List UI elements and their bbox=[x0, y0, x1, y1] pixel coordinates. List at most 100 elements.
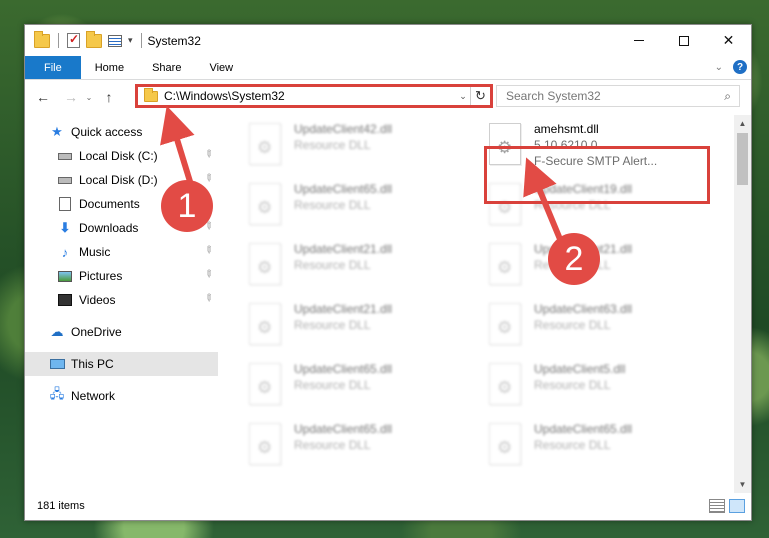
view-buttons bbox=[709, 499, 745, 513]
navigation-bar: ← → ⌄ ↑ C:\Windows\System32 ⌄ ↻ Search S… bbox=[25, 82, 751, 112]
sidebar-item-label: Local Disk (C:) bbox=[79, 149, 158, 163]
sidebar-item-local-disk-c[interactable]: Local Disk (C:) ✎ bbox=[25, 144, 218, 168]
sidebar-item-onedrive[interactable]: ☁ OneDrive bbox=[25, 320, 218, 344]
maximize-button[interactable] bbox=[661, 25, 706, 56]
tab-view[interactable]: View bbox=[195, 56, 247, 79]
sidebar-item-this-pc[interactable]: This PC bbox=[25, 352, 218, 376]
sidebar-item-quick-access[interactable]: ★ Quick access bbox=[25, 120, 218, 144]
dll-file-icon bbox=[249, 303, 281, 345]
sidebar-item-label: OneDrive bbox=[71, 325, 122, 339]
file-name: UpdateClient5.dll bbox=[534, 362, 626, 376]
file-description: Resource DLL bbox=[294, 378, 371, 392]
search-placeholder: Search System32 bbox=[506, 89, 601, 103]
file-description: Resource DLL bbox=[534, 438, 611, 452]
file-item[interactable]: UpdateClient5.dll Resource DLL bbox=[461, 355, 687, 415]
address-path[interactable]: C:\Windows\System32 bbox=[164, 89, 456, 103]
file-item[interactable]: UpdateClient63.dll Resource DLL bbox=[461, 295, 687, 355]
folder-icon bbox=[34, 30, 50, 48]
sidebar-item-videos[interactable]: Videos ✎ bbox=[25, 288, 218, 312]
quick-access-toolbar: ▾ bbox=[25, 30, 144, 48]
folder-icon bbox=[144, 87, 158, 102]
file-description: Resource DLL bbox=[534, 318, 611, 332]
file-item[interactable]: UpdateClient65.dll Resource DLL bbox=[221, 415, 447, 475]
documents-icon bbox=[57, 197, 73, 211]
customize-view-icon[interactable] bbox=[108, 34, 122, 47]
sidebar-item-label: Videos bbox=[79, 293, 116, 307]
up-arrow-icon[interactable]: ↑ bbox=[99, 89, 119, 105]
dll-file-icon bbox=[489, 363, 521, 405]
sidebar-item-label: This PC bbox=[71, 357, 114, 371]
file-explorer-window: ▾ System32 ✕ File Home Share View ⌄ ? ← … bbox=[24, 24, 752, 521]
file-name: UpdateClient65.dll bbox=[294, 422, 393, 436]
vertical-scrollbar[interactable]: ▲ ▼ bbox=[734, 115, 751, 493]
file-item[interactable]: UpdateClient65.dll Resource DLL bbox=[461, 415, 687, 475]
dll-file-icon bbox=[249, 183, 281, 225]
search-input[interactable]: Search System32 ⌕ bbox=[496, 85, 740, 107]
address-bar[interactable]: C:\Windows\System32 ⌄ ↻ bbox=[135, 84, 493, 108]
dll-file-icon bbox=[249, 363, 281, 405]
sidebar-item-label: Network bbox=[71, 389, 116, 403]
close-icon: ✕ bbox=[722, 32, 735, 48]
help-icon[interactable]: ? bbox=[733, 60, 747, 74]
refresh-icon[interactable]: ↻ bbox=[470, 87, 490, 105]
pin-icon[interactable]: ✎ bbox=[201, 244, 215, 258]
navigation-pane: ★ Quick access Local Disk (C:) ✎ Local D… bbox=[25, 120, 218, 492]
disk-icon bbox=[57, 149, 73, 163]
window-title: System32 bbox=[147, 33, 201, 48]
pin-icon[interactable]: ✎ bbox=[201, 268, 215, 282]
pictures-icon bbox=[57, 269, 73, 283]
tab-file[interactable]: File bbox=[25, 56, 81, 79]
file-description: Resource DLL bbox=[294, 138, 371, 152]
file-description: Resource DLL bbox=[294, 318, 371, 332]
annotation-badge-2: 2 bbox=[548, 233, 600, 285]
dll-file-icon bbox=[249, 123, 281, 165]
back-arrow-icon[interactable]: ← bbox=[33, 89, 53, 105]
large-icons-view-icon[interactable] bbox=[729, 499, 745, 513]
sidebar-item-label: Downloads bbox=[79, 221, 139, 235]
dll-file-icon bbox=[489, 423, 521, 465]
file-item[interactable]: UpdateClient21.dll Resource DLL bbox=[221, 235, 447, 295]
expand-ribbon-chevron-down-icon[interactable]: ⌄ bbox=[715, 62, 723, 73]
sidebar-item-label: Pictures bbox=[79, 269, 123, 283]
sidebar-item-network[interactable]: 🖧 Network bbox=[25, 384, 218, 408]
pin-icon[interactable]: ✎ bbox=[201, 148, 215, 162]
sidebar-item-music[interactable]: ♪ Music ✎ bbox=[25, 240, 218, 264]
dll-file-icon bbox=[249, 243, 281, 285]
scroll-thumb[interactable] bbox=[737, 133, 748, 185]
file-name: UpdateClient63.dll bbox=[534, 302, 633, 316]
sidebar-item-label: Quick access bbox=[71, 125, 143, 139]
file-name: UpdateClient65.dll bbox=[294, 182, 393, 196]
recent-locations-chevron-icon[interactable]: ⌄ bbox=[83, 93, 95, 102]
close-button[interactable]: ✕ bbox=[706, 25, 751, 56]
file-name: UpdateClient42.dll bbox=[294, 122, 393, 136]
address-dropdown-chevron-icon[interactable]: ⌄ bbox=[456, 91, 470, 102]
scroll-up-icon[interactable]: ▲ bbox=[734, 115, 751, 132]
new-folder-icon[interactable] bbox=[86, 30, 102, 48]
sidebar-item-label: Music bbox=[79, 245, 111, 259]
pin-icon[interactable]: ✎ bbox=[201, 172, 215, 186]
dll-file-icon bbox=[489, 243, 521, 285]
videos-icon bbox=[57, 293, 73, 307]
file-item[interactable]: UpdateClient21.dll Resource DLL bbox=[221, 295, 447, 355]
tab-home[interactable]: Home bbox=[81, 56, 138, 79]
file-item[interactable]: UpdateClient42.dll Resource DLL bbox=[221, 115, 447, 175]
properties-icon[interactable] bbox=[67, 32, 80, 48]
status-bar: 181 items bbox=[25, 491, 751, 520]
downloads-icon: ⬇ bbox=[59, 220, 71, 235]
chevron-down-icon[interactable]: ▾ bbox=[128, 35, 133, 46]
sidebar-item-label: Local Disk (D:) bbox=[79, 173, 158, 187]
file-description: Resource DLL bbox=[294, 258, 371, 272]
ribbon-tabs: File Home Share View ⌄ ? bbox=[25, 56, 751, 80]
minimize-button[interactable] bbox=[616, 25, 661, 56]
forward-arrow-icon[interactable]: → bbox=[61, 89, 81, 105]
file-name: UpdateClient21.dll bbox=[294, 302, 393, 316]
minimize-icon bbox=[633, 40, 644, 41]
file-item[interactable]: UpdateClient65.dll Resource DLL bbox=[221, 355, 447, 415]
file-item[interactable]: UpdateClient65.dll Resource DLL bbox=[221, 175, 447, 235]
sidebar-item-pictures[interactable]: Pictures ✎ bbox=[25, 264, 218, 288]
music-icon: ♪ bbox=[61, 244, 69, 260]
window-controls: ✕ bbox=[616, 25, 751, 56]
tab-share[interactable]: Share bbox=[138, 56, 195, 79]
pin-icon[interactable]: ✎ bbox=[201, 292, 215, 306]
details-view-icon[interactable] bbox=[709, 499, 725, 513]
